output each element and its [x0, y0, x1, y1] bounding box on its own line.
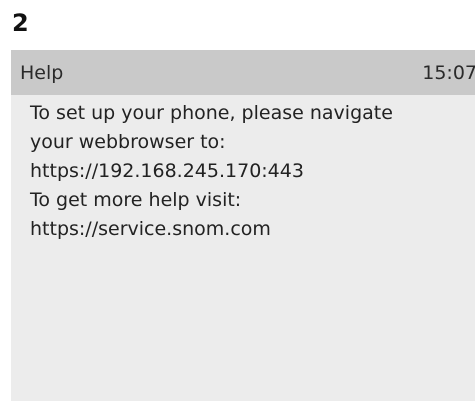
- setup-url: https://192.168.245.170:443: [30, 160, 304, 182]
- help-message: To set up your phone, please navigate yo…: [30, 99, 475, 244]
- help-line-instruction: To set up your phone, please navigate: [30, 102, 393, 124]
- help-line-instruction-cont: your webbrowser to:: [30, 131, 226, 153]
- step-number: 2: [12, 9, 29, 37]
- screen-title: Help: [20, 62, 64, 84]
- help-line-more-help: To get more help visit:: [30, 189, 242, 211]
- service-url: https://service.snom.com: [30, 218, 271, 240]
- phone-display: Help 15:07 To set up your phone, please …: [11, 50, 475, 401]
- title-bar: Help 15:07: [11, 50, 475, 95]
- clock: 15:07: [422, 62, 475, 84]
